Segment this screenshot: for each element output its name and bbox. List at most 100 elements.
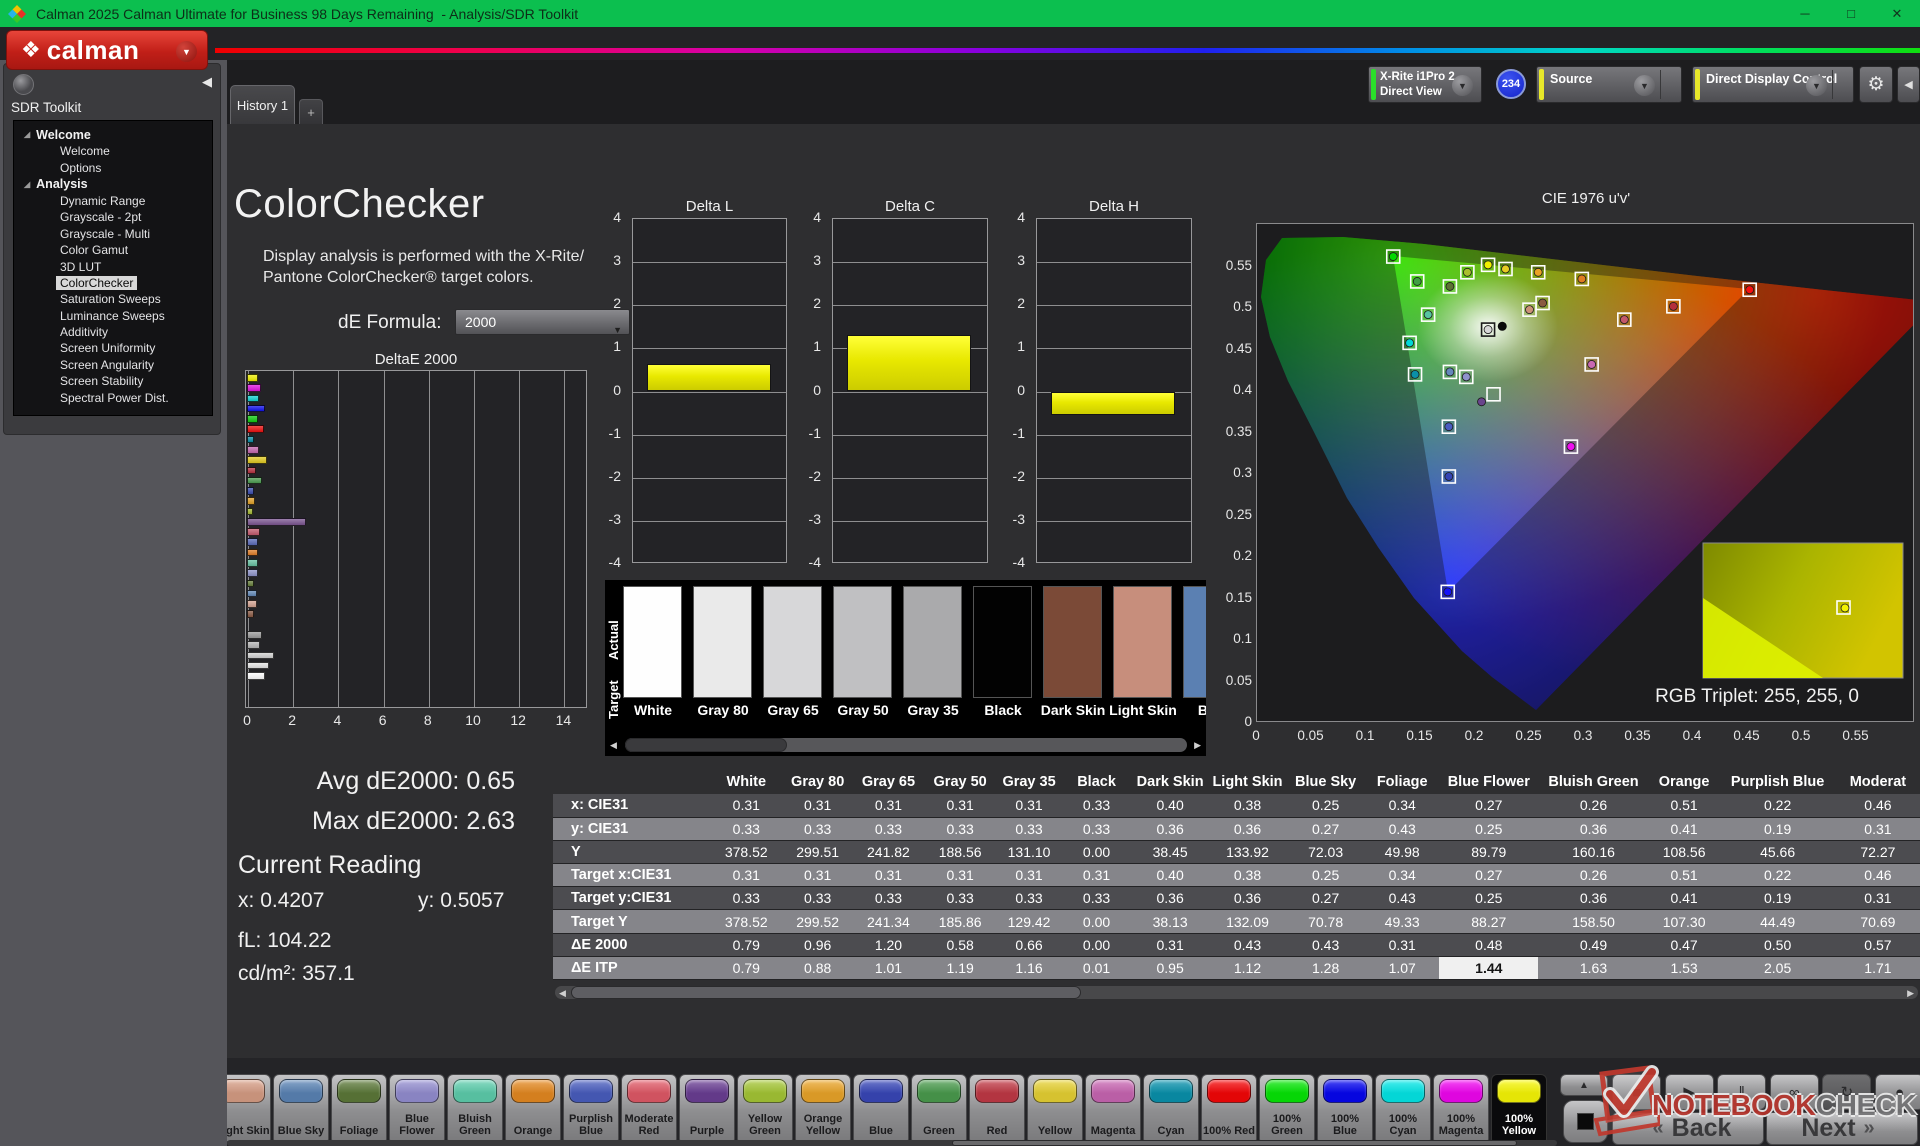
cell-x-cie31-gray-80[interactable]: 0.31 (782, 794, 854, 818)
stop-measure-button[interactable] (1563, 1100, 1608, 1143)
strip-scrollbar[interactable] (227, 1140, 1557, 1146)
patch-button-bluish-green[interactable]: Bluish Green (447, 1074, 503, 1142)
add-tab-button[interactable]: + (299, 99, 323, 124)
cell-y-cie31-bluish-green[interactable]: 0.36 (1538, 817, 1649, 841)
cell-target-y-cie31-white[interactable]: 0.33 (710, 886, 783, 911)
cell-target-y-cie31-foliage[interactable]: 0.43 (1365, 886, 1440, 911)
cell-e-2000-white[interactable]: 0.79 (710, 933, 783, 957)
table-scrollbar[interactable]: ◀ ▶ (555, 986, 1918, 999)
patch-button-purplish-blue[interactable]: Purplish Blue (563, 1074, 619, 1142)
cell-target-y-cie31-blue-sky[interactable]: 0.27 (1286, 886, 1366, 911)
cell-x-cie31-bluish-green[interactable]: 0.26 (1538, 794, 1649, 818)
cell-y-bluish-green[interactable]: 160.16 (1538, 840, 1649, 865)
cell-target-x-cie31-black[interactable]: 0.31 (1061, 863, 1132, 888)
patch-button-light-skin[interactable]: Light Skin (227, 1074, 271, 1142)
cell-e-2000-blue-sky[interactable]: 0.43 (1286, 933, 1366, 957)
cell-target-y-cie31-gray-65[interactable]: 0.33 (853, 886, 924, 911)
cell-y-gray-65[interactable]: 241.82 (853, 840, 924, 865)
cell-target-x-cie31-purplish-blue[interactable]: 0.22 (1719, 863, 1836, 888)
cell-y-cie31-orange[interactable]: 0.41 (1648, 817, 1720, 841)
cell-x-cie31-purplish-blue[interactable]: 0.22 (1719, 794, 1836, 818)
sidebar-collapse-icon[interactable]: ◀ (202, 74, 212, 90)
collapse-toolbar-icon[interactable]: ◀ (1897, 66, 1920, 103)
sidebar-item-saturation-sweeps[interactable]: Saturation Sweeps (14, 291, 212, 307)
cell-e-itp-black[interactable]: 0.01 (1061, 956, 1132, 981)
close-icon[interactable]: ✕ (1874, 0, 1920, 27)
cell-target-x-cie31-gray-80[interactable]: 0.31 (782, 863, 854, 888)
sidebar-item-welcome[interactable]: Welcome (14, 143, 212, 159)
cell-y-dark-skin[interactable]: 38.45 (1131, 840, 1209, 865)
sidebar-item-spectral-power-dist[interactable]: Spectral Power Dist. (14, 389, 212, 405)
pause-button[interactable]: ‖ (1717, 1074, 1767, 1110)
cell-target-y-cie31-purplish-blue[interactable]: 0.19 (1719, 886, 1836, 911)
meter-reading-badge[interactable]: 234 (1496, 69, 1526, 99)
cell-target-x-cie31-bluish-green[interactable]: 0.26 (1538, 863, 1649, 888)
cell-target-x-cie31-gray-50[interactable]: 0.31 (923, 863, 997, 888)
cell-target-x-cie31-blue-flower[interactable]: 0.27 (1439, 863, 1539, 888)
cell-x-cie31-gray-50[interactable]: 0.31 (923, 794, 997, 818)
cell-y-black[interactable]: 0.00 (1061, 840, 1132, 865)
cell-y-light-skin[interactable]: 133.92 (1208, 840, 1287, 865)
cell-target-y-cie31-moderat[interactable]: 0.31 (1835, 886, 1920, 911)
patch-button-100-green[interactable]: 100% Green (1259, 1074, 1315, 1142)
cell-target-y-cie31-dark-skin[interactable]: 0.36 (1131, 886, 1209, 911)
cell-target-x-cie31-gray-35[interactable]: 0.31 (996, 863, 1062, 888)
cell-y-cie31-gray-50[interactable]: 0.33 (923, 817, 997, 841)
patch-button-100-cyan[interactable]: 100% Cyan (1375, 1074, 1431, 1142)
scroll-right-icon[interactable]: ▶ (1907, 988, 1914, 999)
cell-target-y-dark-skin[interactable]: 38.13 (1131, 909, 1209, 934)
patch-button-green[interactable]: Green (911, 1074, 967, 1142)
cell-y-foliage[interactable]: 49.98 (1365, 840, 1440, 865)
cell-e-itp-foliage[interactable]: 1.07 (1365, 956, 1440, 981)
cell-e-itp-gray-50[interactable]: 1.19 (923, 956, 997, 981)
cell-target-y-cie31-gray-80[interactable]: 0.33 (782, 886, 854, 911)
cell-e-itp-blue-sky[interactable]: 1.28 (1286, 956, 1366, 981)
patch-button-yellow[interactable]: Yellow (1027, 1074, 1083, 1142)
cell-target-y-gray-35[interactable]: 129.42 (996, 909, 1062, 934)
cell-y-cie31-purplish-blue[interactable]: 0.19 (1719, 817, 1836, 841)
record-button[interactable]: ● (1875, 1074, 1920, 1110)
cell-x-cie31-black[interactable]: 0.33 (1061, 794, 1132, 818)
patch-button-blue[interactable]: Blue (853, 1074, 909, 1142)
back-button[interactable]: « Back (1612, 1112, 1764, 1145)
patch-button-yellow-green[interactable]: Yellow Green (737, 1074, 793, 1142)
cell-e-itp-purplish-blue[interactable]: 2.05 (1719, 956, 1836, 981)
patch-button-foliage[interactable]: Foliage (331, 1074, 387, 1142)
cell-e-2000-blue-flower[interactable]: 0.48 (1439, 933, 1539, 957)
cell-e-2000-gray-35[interactable]: 0.66 (996, 933, 1062, 957)
cell-x-cie31-gray-35[interactable]: 0.31 (996, 794, 1062, 818)
cell-target-y-cie31-gray-50[interactable]: 0.33 (923, 886, 997, 911)
scroll-right-icon[interactable]: ▶ (1194, 740, 1201, 751)
cell-target-x-cie31-blue-sky[interactable]: 0.25 (1286, 863, 1366, 888)
cell-target-y-orange[interactable]: 107.30 (1648, 909, 1720, 934)
cell-target-y-cie31-black[interactable]: 0.33 (1061, 886, 1132, 911)
cell-y-blue-flower[interactable]: 89.79 (1439, 840, 1539, 865)
minimize-icon[interactable]: ─ (1782, 0, 1828, 27)
cell-x-cie31-orange[interactable]: 0.51 (1648, 794, 1720, 818)
maximize-icon[interactable]: □ (1828, 0, 1874, 27)
sidebar-item-grayscale-multi[interactable]: Grayscale - Multi (14, 226, 212, 242)
cell-x-cie31-blue-flower[interactable]: 0.27 (1439, 794, 1539, 818)
cell-target-y-white[interactable]: 378.52 (710, 909, 783, 934)
cell-target-x-cie31-dark-skin[interactable]: 0.40 (1131, 863, 1209, 888)
sidebar-item-screen-uniformity[interactable]: Screen Uniformity (14, 340, 212, 356)
play-button[interactable]: ▶ (1664, 1074, 1714, 1110)
sidebar-group-welcome[interactable]: ◢ Welcome (14, 126, 212, 143)
swatch-scrollbar-thumb[interactable] (625, 738, 787, 752)
cell-target-y-blue-sky[interactable]: 70.78 (1286, 909, 1366, 934)
cell-e-2000-purplish-blue[interactable]: 0.50 (1719, 933, 1836, 957)
cell-y-cie31-blue-flower[interactable]: 0.25 (1439, 817, 1539, 841)
patch-button-red[interactable]: Red (969, 1074, 1025, 1142)
cell-y-cie31-gray-35[interactable]: 0.33 (996, 817, 1062, 841)
table-scrollbar-thumb[interactable] (571, 986, 1081, 999)
cell-target-x-cie31-white[interactable]: 0.31 (710, 863, 783, 888)
sidebar-item-screen-angularity[interactable]: Screen Angularity (14, 357, 212, 373)
patch-button-100-yellow[interactable]: 100% Yellow (1491, 1074, 1547, 1142)
patch-button-100-red[interactable]: 100% Red (1201, 1074, 1257, 1142)
cell-target-y-cie31-blue-flower[interactable]: 0.25 (1439, 886, 1539, 911)
calman-menu-button[interactable]: ❖ calman ▼ (6, 30, 208, 70)
sidebar-item-options[interactable]: Options (14, 159, 212, 175)
patch-button-blue-flower[interactable]: Blue Flower (389, 1074, 445, 1142)
cell-target-y-moderat[interactable]: 70.69 (1835, 909, 1920, 934)
cell-x-cie31-gray-65[interactable]: 0.31 (853, 794, 924, 818)
